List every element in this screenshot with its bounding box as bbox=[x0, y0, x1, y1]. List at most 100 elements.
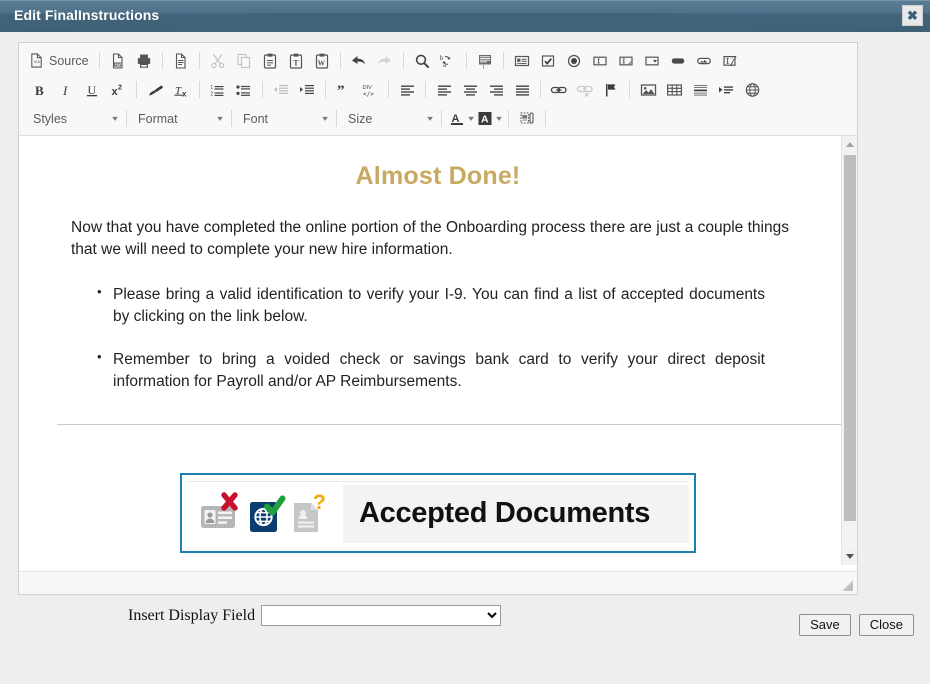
superscript-icon[interactable]: x2 bbox=[106, 78, 130, 101]
svg-text:U: U bbox=[88, 83, 97, 97]
passport-accepted-icon bbox=[250, 495, 286, 532]
toolbar-separator bbox=[465, 52, 467, 69]
chevron-down-icon: ▾ bbox=[427, 114, 433, 123]
underline-icon[interactable]: U bbox=[80, 78, 104, 101]
font-combo-label: Font bbox=[243, 111, 269, 126]
window-title-bar: Edit FinalInstructions ✖ bbox=[0, 0, 930, 32]
hidden-field-icon[interactable] bbox=[718, 49, 742, 72]
list-item: Please bring a valid identification to v… bbox=[97, 283, 805, 329]
pdf-icon[interactable]: PDF bbox=[106, 49, 130, 72]
clipboard-text-icon[interactable]: T bbox=[284, 49, 308, 72]
editable-content-area[interactable]: Almost Done! Now that you have completed… bbox=[19, 136, 843, 565]
scissors-icon[interactable] bbox=[206, 49, 230, 72]
vertical-scrollbar[interactable] bbox=[841, 136, 857, 565]
editor-status-bar bbox=[19, 571, 857, 594]
push-button-icon[interactable] bbox=[666, 49, 690, 72]
numbered-list-icon[interactable]: 12 bbox=[206, 78, 230, 101]
size-combo-label: Size bbox=[348, 111, 373, 126]
broken-link-icon[interactable] bbox=[573, 78, 597, 101]
paintbrush-icon[interactable] bbox=[143, 78, 167, 101]
outdent-icon[interactable] bbox=[269, 78, 293, 101]
undo-arrow-icon[interactable] bbox=[347, 49, 371, 72]
text-field-icon[interactable] bbox=[588, 49, 612, 72]
chevron-down-icon: ▾ bbox=[322, 114, 328, 123]
toolbar-separator bbox=[508, 110, 510, 127]
magnifier-icon[interactable] bbox=[410, 49, 434, 72]
document-heading: Almost Done! bbox=[355, 162, 521, 190]
background-color-button[interactable]: A ▾ bbox=[475, 107, 503, 130]
checkbox-icon[interactable] bbox=[536, 49, 560, 72]
picture-icon[interactable] bbox=[636, 78, 660, 101]
toolbar-separator bbox=[136, 81, 137, 98]
accepted-documents-link[interactable]: ? Accepted Documents bbox=[180, 472, 696, 553]
radio-button-icon[interactable] bbox=[562, 49, 586, 72]
svg-text:1: 1 bbox=[210, 85, 213, 91]
format-combo-label: Format bbox=[138, 111, 178, 126]
toolbar-row-3: Styles ▾ Format ▾ Font ▾ Size ▾ A ▾ A ▾ bbox=[21, 104, 855, 133]
redo-arrow-icon[interactable] bbox=[373, 49, 397, 72]
copy-icon[interactable] bbox=[232, 49, 256, 72]
align-left-icon[interactable] bbox=[395, 78, 419, 101]
new-page-icon[interactable] bbox=[169, 49, 193, 72]
close-icon[interactable]: ✖ bbox=[902, 5, 923, 26]
align-right-icon[interactable] bbox=[484, 78, 508, 101]
form-icon[interactable] bbox=[510, 49, 534, 72]
indent-icon[interactable] bbox=[295, 78, 319, 101]
scroll-thumb[interactable] bbox=[844, 155, 856, 521]
toolbar-separator bbox=[325, 81, 326, 98]
chevron-down-icon: ▾ bbox=[496, 114, 502, 123]
close-button[interactable]: Close bbox=[858, 614, 914, 636]
svg-text:I: I bbox=[62, 83, 68, 98]
align-center-icon[interactable] bbox=[458, 78, 482, 101]
text-color-button[interactable]: A ▾ bbox=[447, 107, 475, 130]
svg-text:T: T bbox=[293, 58, 299, 67]
toolbar-separator bbox=[629, 81, 630, 98]
toolbar-separator bbox=[198, 52, 200, 69]
toolbar-separator bbox=[126, 110, 127, 127]
toolbar-separator bbox=[161, 52, 163, 69]
bold-icon[interactable]: B bbox=[28, 78, 52, 101]
quote-icon[interactable]: ” bbox=[332, 78, 356, 101]
source-button[interactable]: <> Source bbox=[27, 49, 94, 72]
italic-icon[interactable]: I bbox=[54, 78, 78, 101]
image-button-icon[interactable] bbox=[692, 49, 716, 72]
toolbar-row-1: <> Source PDF T W b a I bbox=[21, 46, 855, 75]
horizontal-rule-icon[interactable] bbox=[688, 78, 712, 101]
font-combo[interactable]: Font ▾ bbox=[237, 108, 331, 130]
insert-display-field-row: Insert Display Field bbox=[128, 605, 502, 626]
svg-text:I: I bbox=[482, 65, 484, 69]
size-combo[interactable]: Size ▾ bbox=[342, 108, 436, 130]
insert-display-field-select[interactable] bbox=[261, 605, 502, 626]
textarea-icon[interactable] bbox=[614, 49, 638, 72]
scroll-up-arrow[interactable] bbox=[842, 136, 857, 153]
align-left-icon[interactable] bbox=[432, 78, 456, 101]
clipboard-icon[interactable] bbox=[258, 49, 282, 72]
scroll-down-arrow[interactable] bbox=[842, 548, 857, 565]
dialog-footer: Insert Display Field Save Close bbox=[0, 598, 930, 646]
styles-combo[interactable]: Styles ▾ bbox=[27, 108, 121, 130]
show-blocks-icon[interactable] bbox=[515, 107, 539, 130]
toolbar-separator bbox=[98, 52, 100, 69]
resize-grip-handle[interactable] bbox=[840, 578, 854, 592]
clipboard-word-icon[interactable]: W bbox=[310, 49, 334, 72]
globe-icon[interactable] bbox=[740, 78, 764, 101]
table-icon[interactable] bbox=[662, 78, 686, 101]
chain-link-icon[interactable] bbox=[547, 78, 571, 101]
select-all-icon[interactable]: I bbox=[473, 49, 497, 72]
flag-icon[interactable] bbox=[599, 78, 623, 101]
accepted-documents-banner: ? Accepted Documents bbox=[187, 480, 689, 546]
svg-text:2: 2 bbox=[210, 91, 213, 97]
remove-format-icon[interactable]: Tx bbox=[169, 78, 193, 101]
printer-icon[interactable] bbox=[132, 49, 156, 72]
div-container-icon[interactable]: DIV </> bbox=[358, 78, 382, 101]
save-button[interactable]: Save bbox=[799, 614, 851, 636]
bulleted-list-icon[interactable] bbox=[232, 78, 256, 101]
document-content: Almost Done! Now that you have completed… bbox=[19, 136, 843, 565]
format-combo[interactable]: Format ▾ bbox=[132, 108, 226, 130]
align-justify-icon[interactable] bbox=[510, 78, 534, 101]
svg-text:</>: </> bbox=[363, 91, 374, 98]
find-replace-icon[interactable]: ba bbox=[436, 49, 460, 72]
svg-text:2: 2 bbox=[118, 84, 122, 91]
page-break-icon[interactable] bbox=[714, 78, 738, 101]
select-dropdown-icon[interactable] bbox=[640, 49, 664, 72]
